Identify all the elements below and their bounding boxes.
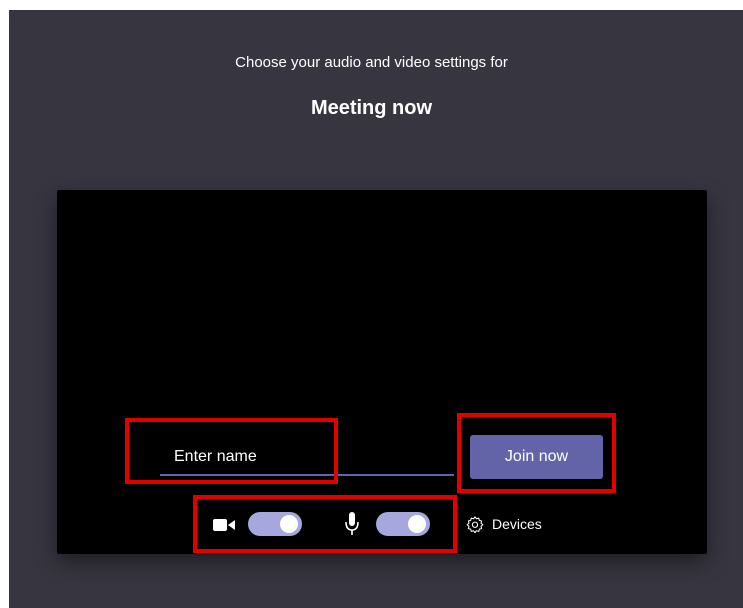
devices-label: Devices <box>492 516 542 532</box>
name-input[interactable] <box>160 440 454 476</box>
microphone-icon <box>345 512 359 535</box>
camera-toggle-knob <box>280 515 298 533</box>
devices-button[interactable]: Devices <box>466 513 542 535</box>
join-now-button[interactable]: Join now <box>470 435 603 479</box>
video-preview <box>57 190 707 554</box>
microphone-toggle[interactable] <box>376 512 430 536</box>
camera-toggle[interactable] <box>248 512 302 536</box>
gear-icon <box>466 516 484 533</box>
meeting-title: Meeting now <box>310 97 433 119</box>
microphone-toggle-knob <box>408 515 426 533</box>
camera-icon <box>213 519 235 531</box>
settings-subtitle: Choose your audio and video settings for <box>235 54 508 71</box>
